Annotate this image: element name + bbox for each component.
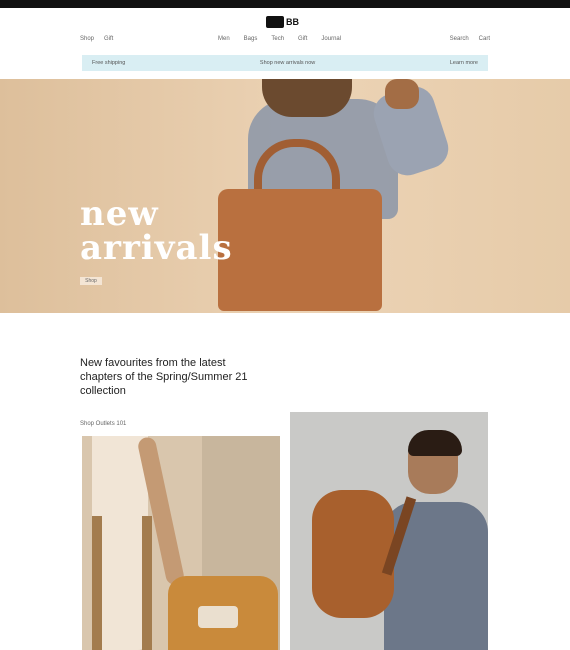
card1-stool bbox=[92, 516, 152, 650]
hero-model-hand bbox=[385, 79, 419, 109]
logo-mark bbox=[266, 16, 284, 28]
intro-text: New favourites from the latest chapters … bbox=[80, 357, 248, 397]
product-card-tote[interactable] bbox=[82, 436, 280, 650]
section-label: Shop Outlets 101 bbox=[80, 421, 127, 427]
search-link[interactable]: Search bbox=[450, 36, 469, 42]
hero-bag-image bbox=[218, 189, 382, 311]
hero-title-line1: new bbox=[80, 194, 159, 234]
promo-right-link[interactable]: Learn more bbox=[450, 60, 478, 66]
card1-bag-tag bbox=[198, 606, 238, 628]
card2-backpack-image bbox=[312, 490, 394, 618]
promo-banner[interactable]: Free shipping Shop new arrivals now Lear… bbox=[82, 55, 488, 71]
main-navigation: Shop Gift Men Bags Tech Gift Journal Sea… bbox=[80, 36, 490, 48]
brand-logo[interactable]: BB bbox=[266, 14, 306, 30]
card2-model-hair bbox=[408, 430, 462, 456]
hero-cta-button[interactable]: Shop bbox=[80, 277, 102, 285]
promo-left-text: Free shipping bbox=[92, 60, 126, 66]
nav-item-shop[interactable]: Shop bbox=[80, 36, 94, 42]
cart-link[interactable]: Cart bbox=[479, 36, 490, 42]
hero-banner[interactable]: new arrivals Shop bbox=[0, 79, 570, 313]
nav-item-men[interactable]: Men bbox=[218, 36, 230, 42]
hero-title-line2: arrivals bbox=[80, 228, 233, 268]
nav-left: Shop Gift bbox=[80, 36, 113, 42]
nav-item-bags[interactable]: Bags bbox=[244, 36, 258, 42]
promo-center-text: Shop new arrivals now bbox=[259, 60, 316, 66]
nav-center: Men Bags Tech Gift Journal bbox=[218, 36, 341, 42]
product-card-backpack[interactable] bbox=[290, 412, 488, 650]
nav-item-gift-left[interactable]: Gift bbox=[104, 36, 113, 42]
nav-item-journal[interactable]: Journal bbox=[321, 36, 341, 42]
nav-item-tech[interactable]: Tech bbox=[271, 36, 284, 42]
hero-model-head bbox=[262, 79, 352, 117]
top-black-bar bbox=[0, 0, 570, 8]
nav-item-gift[interactable]: Gift bbox=[298, 36, 307, 42]
logo-text: BB bbox=[286, 17, 299, 27]
hero-title: new arrivals bbox=[80, 197, 233, 265]
nav-right: Search Cart bbox=[450, 36, 490, 42]
